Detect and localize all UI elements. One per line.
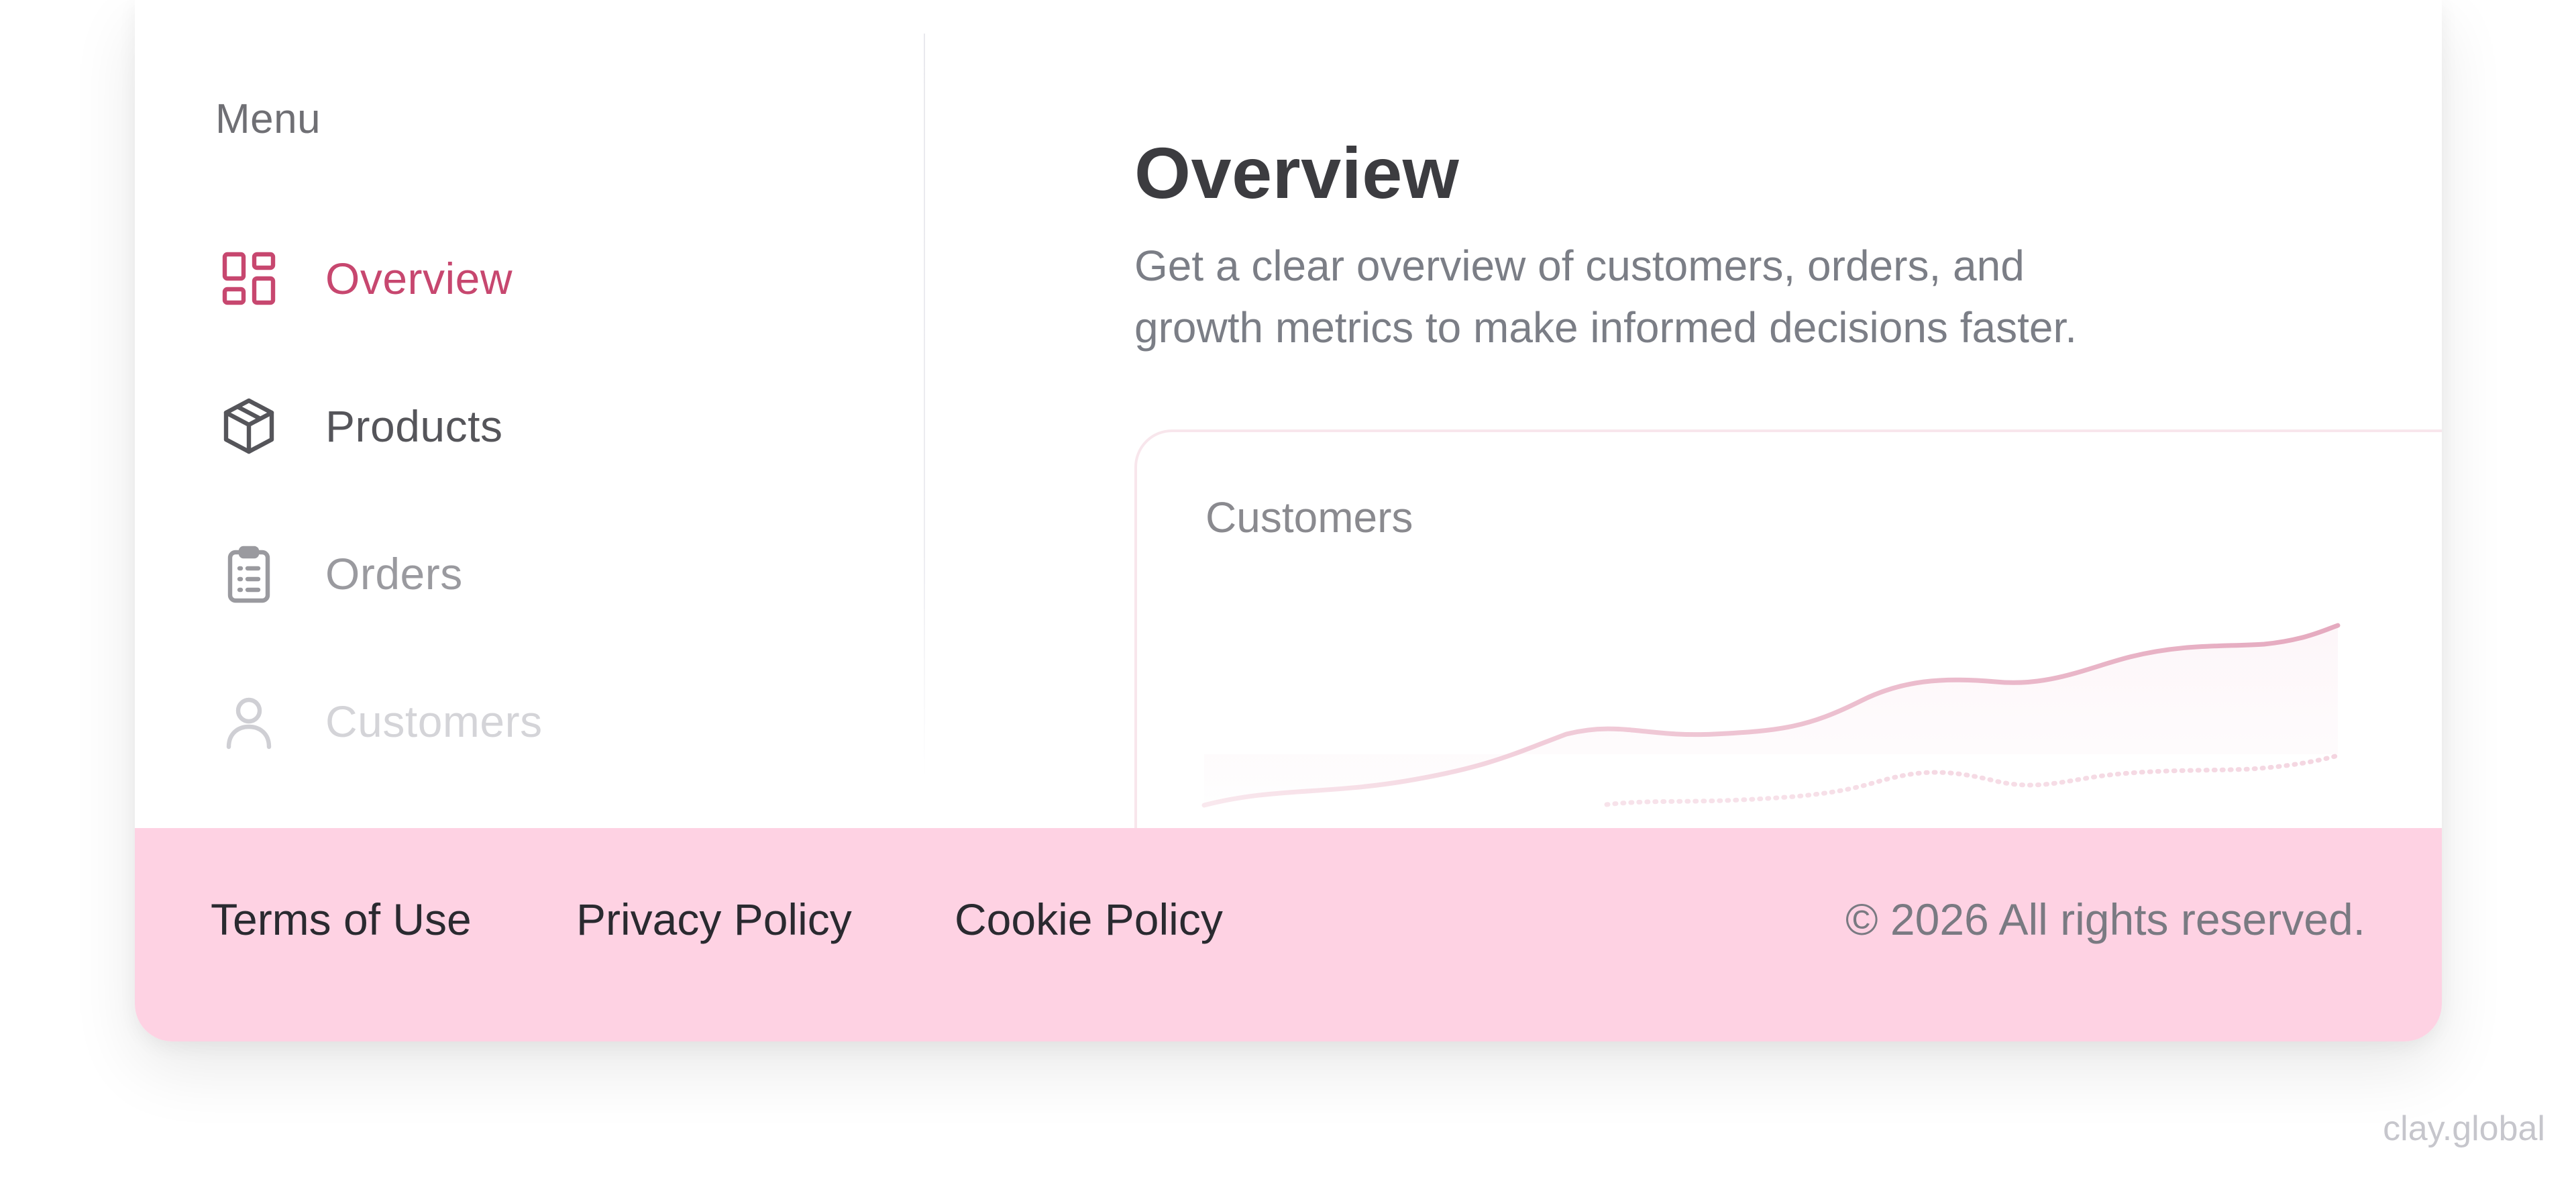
footer-copyright: © 2026 All rights reserved. [1845,894,2365,944]
sidebar-item-overview[interactable]: Overview [215,232,819,325]
footer-link-terms[interactable]: Terms of Use [211,894,472,945]
sidebar-menu-title: Menu [215,96,321,142]
page-description-line: growth metrics to make informed decision… [1134,303,2077,352]
user-icon [215,688,282,755]
footer-link-cookies[interactable]: Cookie Policy [955,894,1223,945]
sidebar-item-label: Customers [325,697,543,746]
sidebar-divider [924,34,925,778]
sidebar-item-orders[interactable]: Orders [215,527,819,621]
sidebar-item-label: Products [325,401,503,451]
box-icon [215,393,282,460]
sidebar: Menu Overview Products Orders Customers [135,0,924,828]
app-card: Menu Overview Products Orders Customers … [135,0,2442,1041]
footer-link-privacy[interactable]: Privacy Policy [576,894,852,945]
clipboard-list-icon [215,540,282,607]
dashboard-icon [215,245,282,312]
page-description-line: Get a clear overview of customers, order… [1134,242,2025,290]
page-description: Get a clear overview of customers, order… [1134,235,2208,358]
sidebar-item-label: Orders [325,549,463,599]
sidebar-item-label: Overview [325,254,513,303]
main-content: Overview Get a clear overview of custome… [1134,0,2442,905]
sidebar-item-customers[interactable]: Customers [215,674,819,768]
watermark: clay.global [2383,1109,2545,1148]
page-title: Overview [1134,132,1460,213]
sidebar-item-products[interactable]: Products [215,379,819,473]
